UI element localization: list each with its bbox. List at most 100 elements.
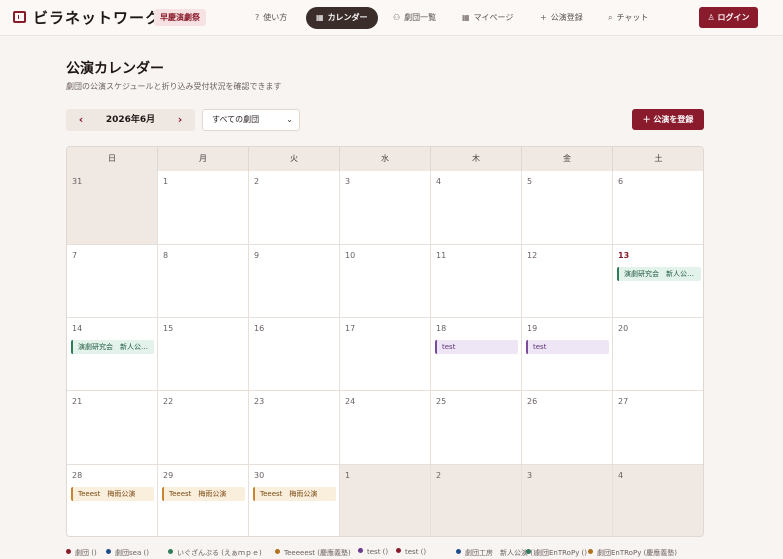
app-name[interactable]: ビラネットワーク [33,7,161,28]
calendar-day-cell[interactable]: 23 [249,391,340,465]
nav-mypage[interactable]: ▦ マイページ [462,7,513,29]
calendar-day-cell[interactable]: 25 [431,391,522,465]
calendar-event[interactable]: 演劇研究会 新人公… [617,267,701,281]
calendar-day-cell[interactable]: 9 [249,245,340,318]
calendar-day-cell[interactable]: 13 演劇研究会 新人公… [613,245,703,318]
calendar-day-cell[interactable]: 24 [340,391,431,465]
calendar-day-cell[interactable]: 15 [158,318,249,391]
day-number: 4 [436,177,442,186]
legend-item: 劇団 () [66,548,97,558]
top-navigation-bar: ビラネットワーク 早慶演劇祭 ? 使い方 ▦ カレンダー ⚇ 劇団一覧 ▦ マイページ … [0,0,783,36]
calendar-icon: ▦ [316,13,324,22]
calendar-event[interactable]: 演劇研究会 新人公… [71,340,154,354]
festival-badge: 早慶演劇祭 [154,9,206,26]
calendar-day-cell[interactable]: 29 Teeest 梅雨公演 [158,465,249,536]
nav-calendar[interactable]: ▦ カレンダー [306,7,378,29]
weekday-label: 土 [613,147,703,171]
day-number: 24 [345,397,356,406]
day-number: 26 [527,397,538,406]
calendar-grid: 日月火水木金土 31 1 2 3 4 5 6 7 8 9 10 11 12 13 演劇研究会 新人公… 14 演… [66,146,704,537]
weekday-label: 月 [158,147,249,171]
calendar-day-cell[interactable]: 11 [431,245,522,318]
day-number: 1 [345,471,351,480]
calendar-day-cell[interactable]: 4 [431,171,522,245]
calendar-day-cell[interactable]: 2 [249,171,340,245]
calendar-day-cell[interactable]: 30 Teeest 梅雨公演 [249,465,340,536]
troupe-filter-select[interactable]: すべての劇団 ⌄ [202,109,300,131]
calendar-day-cell[interactable]: 28 Teeest 梅雨公演 [67,465,158,536]
day-number: 2 [254,177,260,186]
register-performance-button[interactable]: ＋ 公演を登録 [632,109,704,130]
calendar-day-cell[interactable]: 16 [249,318,340,391]
calendar-day-cell[interactable]: 27 [613,391,703,465]
day-number: 2 [436,471,442,480]
calendar-event[interactable]: Teeest 梅雨公演 [162,487,245,501]
day-number: 30 [254,471,265,480]
legend-dot-icon [358,548,363,553]
calendar-day-cell[interactable]: 19 test [522,318,613,391]
legend-item: test () [396,548,426,556]
day-number: 18 [436,324,447,333]
calendar-day-cell[interactable]: 17 [340,318,431,391]
day-number: 19 [527,324,538,333]
day-number: 16 [254,324,265,333]
calendar-day-cell[interactable]: 5 [522,171,613,245]
day-number: 25 [436,397,447,406]
help-icon: ? [255,13,260,22]
calendar-day-cell[interactable]: 22 [158,391,249,465]
calendar-day-cell[interactable]: 10 [340,245,431,318]
calendar-day-cell[interactable]: 7 [67,245,158,318]
day-number: 21 [72,397,83,406]
next-month-button[interactable]: › [169,109,191,131]
nav-register[interactable]: + 公演登録 [540,7,583,29]
nav-chat[interactable]: ⌕ チャット [608,7,648,29]
chevron-down-icon: ⌄ [286,115,293,124]
day-number: 10 [345,251,356,260]
month-navigator: ‹ 2026年6月 › [66,109,195,131]
calendar-day-cell[interactable]: 8 [158,245,249,318]
day-number: 28 [72,471,83,480]
legend-dot-icon [526,549,531,554]
calendar-event[interactable]: Teeest 梅雨公演 [253,487,336,501]
calendar-day-cell[interactable]: 2 [431,465,522,536]
calendar-day-cell[interactable]: 3 [522,465,613,536]
calendar-day-cell[interactable]: 4 [613,465,703,536]
calendar-day-cell[interactable]: 3 [340,171,431,245]
chat-icon: ⌕ [608,13,613,22]
day-number: 13 [618,251,630,260]
calendar-event[interactable]: Teeest 梅雨公演 [71,487,154,501]
calendar-day-cell[interactable]: 12 [522,245,613,318]
page-subtitle: 劇団の公演スケジュールと折り込み受付状況を確認できます [66,82,282,91]
calendar-day-cell[interactable]: 26 [522,391,613,465]
calendar-day-cell[interactable]: 1 [158,171,249,245]
weekday-label: 火 [249,147,340,171]
nav-troupes[interactable]: ⚇ 劇団一覧 [393,7,436,29]
day-number: 1 [163,177,169,186]
ticket-logo-icon[interactable] [13,11,26,23]
calendar-day-cell[interactable]: 31 [67,171,158,245]
nav-howto[interactable]: ? 使い方 [255,7,287,29]
calendar-day-cell[interactable]: 18 test [431,318,522,391]
day-number: 3 [527,471,533,480]
calendar-day-cell[interactable]: 14 演劇研究会 新人公… [67,318,158,391]
weekday-label: 日 [67,147,158,171]
day-number: 11 [436,251,447,260]
legend-dot-icon [106,549,111,554]
calendar-event[interactable]: test [435,340,518,354]
user-icon: ♙ [707,13,718,22]
legend-item: 劇団EnTRoPy (慶應義塾) [588,548,677,558]
day-number: 14 [72,324,83,333]
plus-icon: + [540,13,547,22]
legend-dot-icon [168,549,173,554]
calendar-day-cell[interactable]: 21 [67,391,158,465]
calendar-day-cell[interactable]: 20 [613,318,703,391]
login-button[interactable]: ♙ ログイン [699,7,758,28]
day-number: 22 [163,397,174,406]
legend-dot-icon [66,549,71,554]
legend-dot-icon [456,549,461,554]
calendar-event[interactable]: test [526,340,609,354]
legend-item: 劇団EnTRoPy () [526,548,587,558]
calendar-day-cell[interactable]: 6 [613,171,703,245]
weekday-label: 金 [522,147,613,171]
calendar-day-cell[interactable]: 1 [340,465,431,536]
